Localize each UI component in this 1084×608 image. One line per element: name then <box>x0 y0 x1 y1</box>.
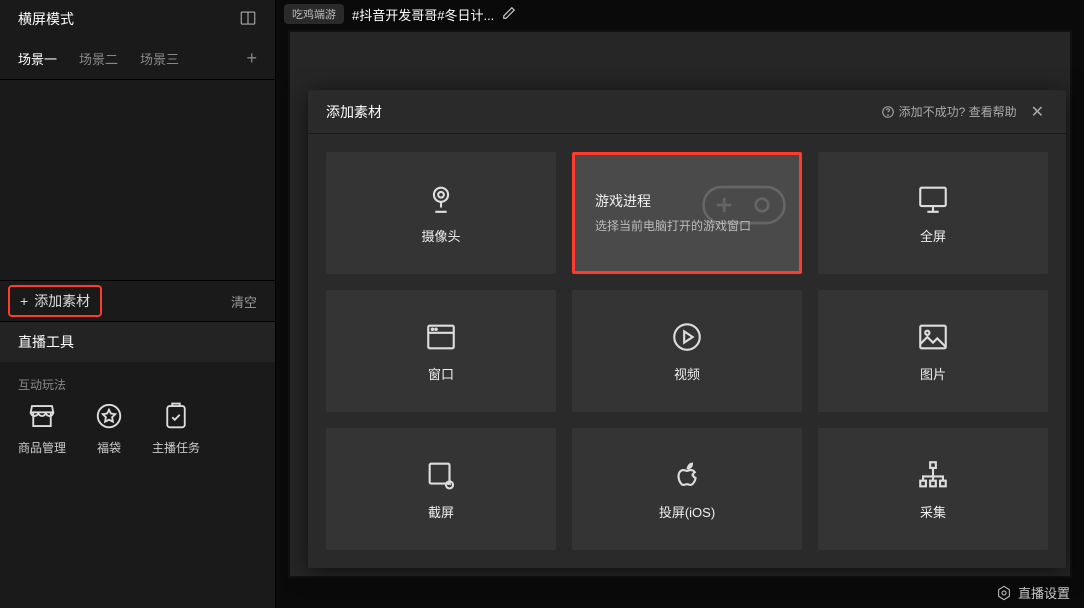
plus-icon: + <box>20 293 28 309</box>
category-badge: 吃鸡端游 <box>284 4 344 24</box>
modal-header-right: 添加不成功? 查看帮助 ✕ <box>881 98 1048 126</box>
gamepad-icon <box>699 175 789 240</box>
cell-label: 全屏 <box>920 226 946 245</box>
image-icon <box>916 320 950 354</box>
cell-window[interactable]: 窗口 <box>326 290 556 412</box>
interaction-label: 互动玩法 <box>0 362 275 401</box>
tool-product-manage[interactable]: 商品管理 <box>18 401 66 456</box>
stream-title-row[interactable]: 吃鸡端游 #抖音开发哥哥#冬日计... <box>284 4 516 24</box>
live-settings-label: 直播设置 <box>1018 583 1070 602</box>
clear-button[interactable]: 清空 <box>231 292 257 311</box>
cell-label: 窗口 <box>428 364 454 383</box>
question-icon <box>881 105 895 119</box>
scene-tabs: 场景一 场景二 场景三 + <box>0 38 275 80</box>
clipboard-icon <box>161 401 191 431</box>
cell-label: 游戏进程 <box>595 191 651 211</box>
help-link[interactable]: 添加不成功? 查看帮助 <box>881 103 1017 120</box>
scene-tab-1[interactable]: 场景一 <box>18 49 57 68</box>
tool-icons: 商品管理 福袋 主播任务 <box>0 401 275 456</box>
gear-icon <box>996 585 1012 601</box>
apple-icon <box>670 458 704 492</box>
cell-fullscreen[interactable]: 全屏 <box>818 152 1048 274</box>
help-text: 添加不成功? 查看帮助 <box>899 103 1017 120</box>
add-material-label: 添加素材 <box>34 291 90 311</box>
cell-cast-ios[interactable]: 投屏(iOS) <box>572 428 802 550</box>
tool-label: 商品管理 <box>18 439 66 456</box>
monitor-icon <box>916 182 950 216</box>
cell-image[interactable]: 图片 <box>818 290 1048 412</box>
screen-mode-row: 横屏模式 <box>0 0 275 38</box>
material-grid: 摄像头 游戏进程 选择当前电脑打开的游戏窗口 全屏 窗口 视频 图片 截屏 <box>308 134 1066 568</box>
cell-label: 截屏 <box>428 502 454 521</box>
camera-icon <box>424 182 458 216</box>
material-row: + 添加素材 清空 <box>0 280 275 322</box>
add-scene-button[interactable]: + <box>246 48 257 69</box>
split-icon[interactable] <box>239 9 257 30</box>
add-material-modal: 添加素材 添加不成功? 查看帮助 ✕ 摄像头 游戏进程 选择当前电脑打开的游戏窗… <box>308 90 1066 568</box>
cell-video[interactable]: 视频 <box>572 290 802 412</box>
sidebar: 横屏模式 场景一 场景二 场景三 + + 添加素材 清空 直播工具 互动玩法 商… <box>0 0 276 608</box>
cell-capture[interactable]: 采集 <box>818 428 1048 550</box>
cell-label: 视频 <box>674 364 700 383</box>
cell-label: 摄像头 <box>421 226 460 245</box>
cell-label: 投屏(iOS) <box>659 502 715 521</box>
cell-label: 采集 <box>920 502 946 521</box>
hierarchy-icon <box>916 458 950 492</box>
stream-title: #抖音开发哥哥#冬日计... <box>352 5 494 24</box>
window-icon <box>424 320 458 354</box>
close-icon[interactable]: ✕ <box>1027 98 1048 126</box>
modal-header: 添加素材 添加不成功? 查看帮助 ✕ <box>308 90 1066 134</box>
tool-label: 福袋 <box>97 439 121 456</box>
add-material-button[interactable]: + 添加素材 <box>8 285 102 317</box>
cell-game-process[interactable]: 游戏进程 选择当前电脑打开的游戏窗口 <box>572 152 802 274</box>
cell-screenshot[interactable]: 截屏 <box>326 428 556 550</box>
modal-title: 添加素材 <box>326 102 382 122</box>
live-settings-button[interactable]: 直播设置 <box>996 583 1070 602</box>
star-circle-icon <box>94 401 124 431</box>
crop-icon <box>424 458 458 492</box>
tool-anchor-task[interactable]: 主播任务 <box>152 401 200 456</box>
shop-icon <box>27 401 57 431</box>
tool-lucky-bag[interactable]: 福袋 <box>94 401 124 456</box>
play-circle-icon <box>670 320 704 354</box>
tool-label: 主播任务 <box>152 439 200 456</box>
scene-tab-3[interactable]: 场景三 <box>140 49 179 68</box>
scene-tab-2[interactable]: 场景二 <box>79 49 118 68</box>
live-tools-header: 直播工具 <box>0 322 275 362</box>
cell-label: 图片 <box>920 364 946 383</box>
screen-mode-label: 横屏模式 <box>18 9 74 29</box>
cell-camera[interactable]: 摄像头 <box>326 152 556 274</box>
scene-body <box>0 80 275 280</box>
edit-icon[interactable] <box>502 6 516 23</box>
